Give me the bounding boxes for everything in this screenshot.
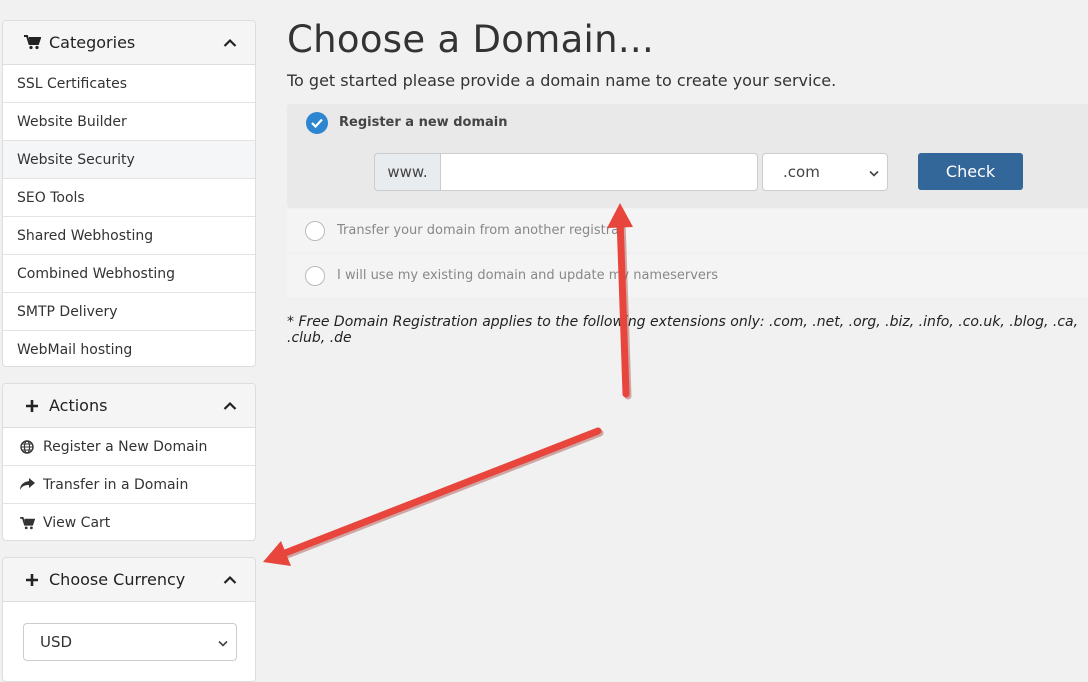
- currency-selected-value: USD: [40, 633, 73, 651]
- plus-icon: [23, 573, 41, 587]
- tld-select[interactable]: .com: [762, 153, 888, 191]
- category-item-shared-webhosting[interactable]: Shared Webhosting: [3, 217, 255, 255]
- page-subtitle: To get started please provide a domain n…: [287, 71, 837, 90]
- domain-input[interactable]: [440, 153, 758, 191]
- currency-title: Choose Currency: [49, 570, 186, 589]
- category-item-website-security[interactable]: Website Security: [3, 141, 255, 179]
- existing-domain-option-row[interactable]: I will use my existing domain and update…: [287, 254, 1088, 297]
- transfer-option-row[interactable]: Transfer your domain from another regist…: [287, 209, 1088, 252]
- action-register-new-domain[interactable]: Register a New Domain: [3, 428, 255, 466]
- share-arrow-icon: [19, 478, 35, 491]
- actions-panel: Actions Register a New Domain Transfer i…: [2, 383, 256, 541]
- actions-title: Actions: [49, 396, 108, 415]
- action-label: Transfer in a Domain: [43, 476, 189, 493]
- annotation-arrow-down-left: [263, 427, 604, 566]
- chevron-up-icon[interactable]: [223, 401, 237, 411]
- checkmark-icon: [311, 118, 323, 128]
- category-item-website-builder[interactable]: Website Builder: [3, 103, 255, 141]
- action-label: View Cart: [43, 515, 111, 531]
- existing-domain-option-radio[interactable]: [305, 265, 325, 286]
- free-domain-note: * Free Domain Registration applies to th…: [287, 314, 1079, 346]
- check-button[interactable]: Check: [918, 153, 1023, 190]
- chevron-up-icon[interactable]: [223, 38, 237, 48]
- transfer-option-radio[interactable]: [305, 220, 325, 241]
- action-transfer-domain[interactable]: Transfer in a Domain: [3, 466, 255, 504]
- register-option-label[interactable]: Register a new domain: [339, 115, 507, 130]
- currency-header[interactable]: Choose Currency: [3, 558, 255, 602]
- cart-icon: [19, 516, 35, 530]
- action-view-cart[interactable]: View Cart: [3, 504, 255, 540]
- categories-title: Categories: [49, 33, 136, 52]
- register-option-radio-checked[interactable]: [306, 112, 328, 134]
- www-prefix: www.: [374, 153, 440, 191]
- currency-select[interactable]: USD: [23, 623, 237, 661]
- cart-icon: [23, 35, 41, 50]
- globe-icon: [19, 439, 35, 454]
- actions-header[interactable]: Actions: [3, 384, 255, 428]
- category-item-smtp-delivery[interactable]: SMTP Delivery: [3, 293, 255, 331]
- category-item-seo-tools[interactable]: SEO Tools: [3, 179, 255, 217]
- category-item-ssl-certificates[interactable]: SSL Certificates: [3, 65, 255, 103]
- category-item-webmail-hosting[interactable]: WebMail hosting: [3, 331, 255, 366]
- chevron-down-icon: [218, 633, 228, 651]
- tld-selected-value: .com: [783, 163, 820, 181]
- existing-domain-option-label: I will use my existing domain and update…: [337, 268, 719, 283]
- action-label: Register a New Domain: [43, 438, 208, 455]
- transfer-option-label: Transfer your domain from another regist…: [337, 223, 625, 238]
- plus-icon: [23, 399, 41, 413]
- page-title: Choose a Domain...: [287, 18, 655, 61]
- chevron-down-icon: [869, 163, 879, 181]
- categories-panel: Categories SSL Certificates Website Buil…: [2, 20, 256, 367]
- currency-panel: Choose Currency USD: [2, 557, 256, 682]
- category-item-combined-webhosting[interactable]: Combined Webhosting: [3, 255, 255, 293]
- chevron-up-icon[interactable]: [223, 575, 237, 585]
- categories-header[interactable]: Categories: [3, 21, 255, 65]
